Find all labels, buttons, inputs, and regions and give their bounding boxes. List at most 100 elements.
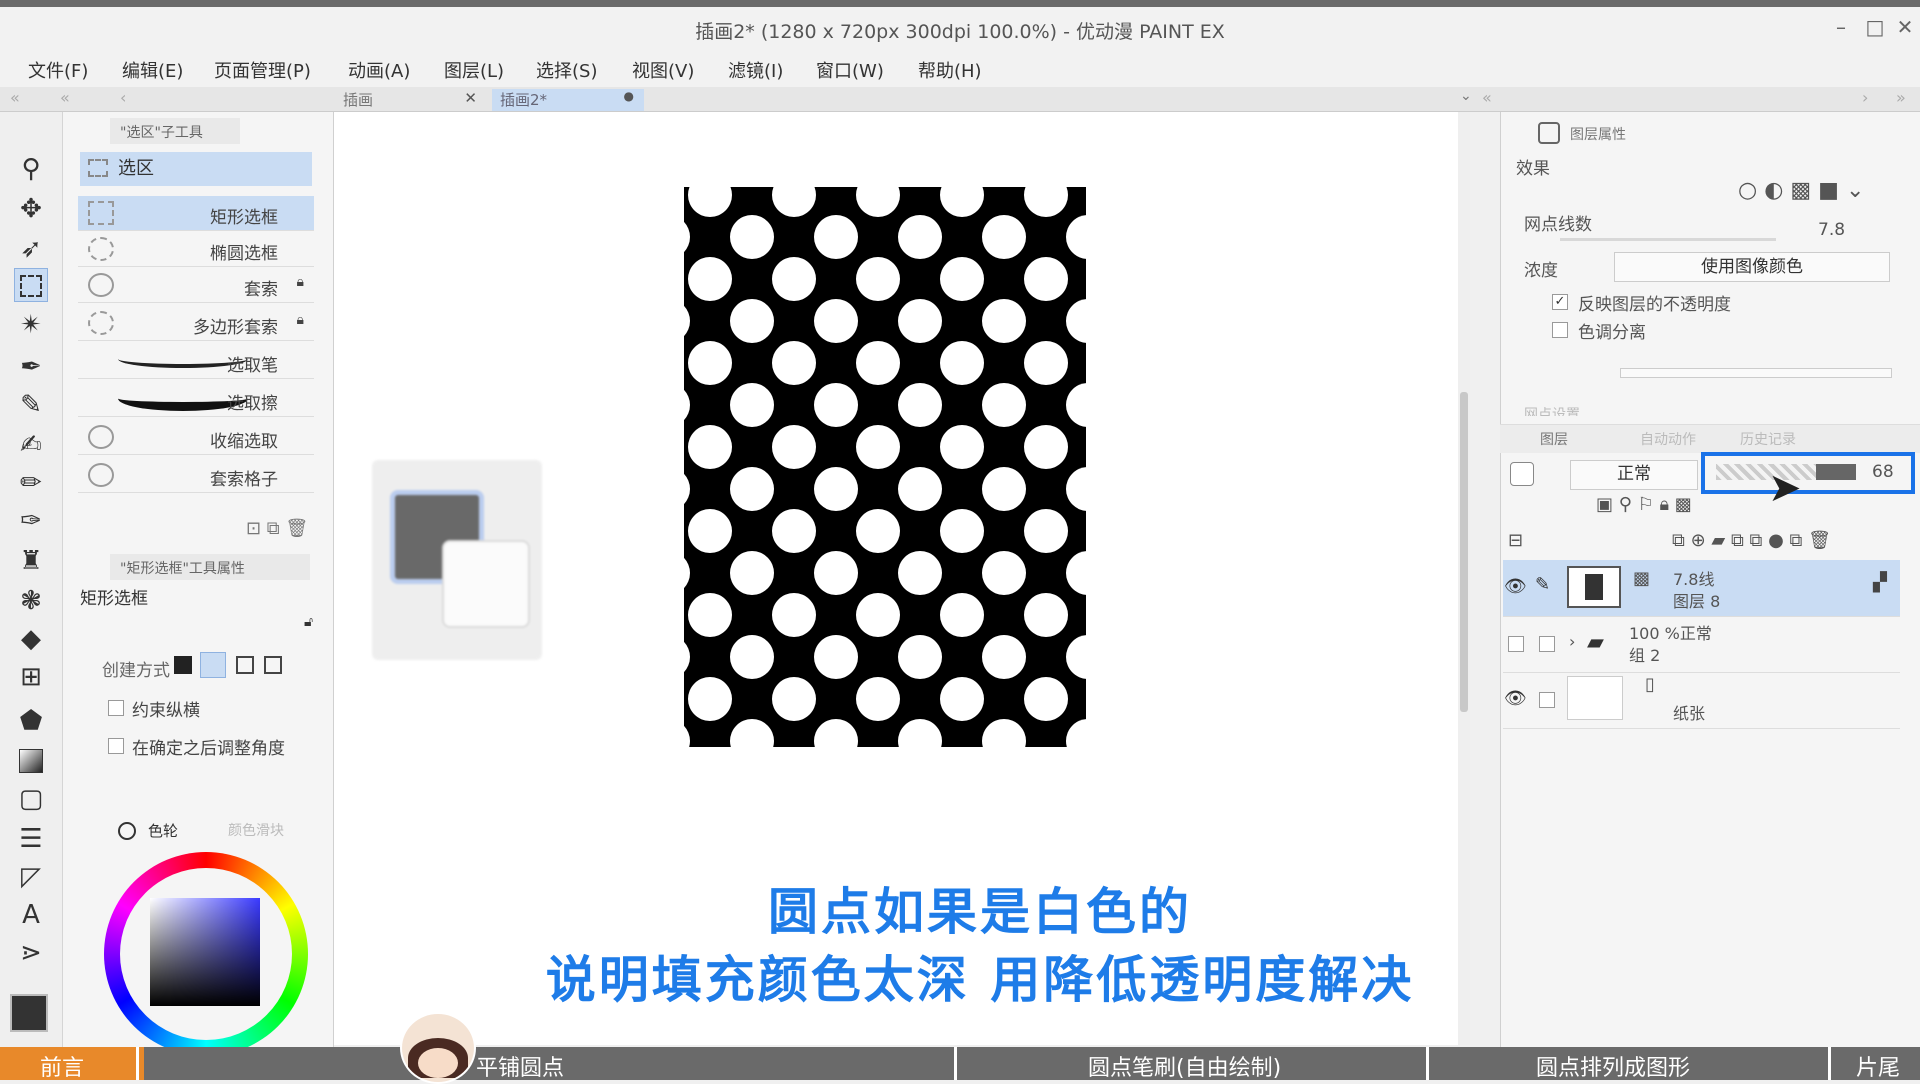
eraser-icon[interactable]: ◆ [14,622,48,656]
subtool-rect-marquee[interactable]: 矩形选框 [78,196,314,231]
layer-row-group[interactable]: › ▰ 100 %正常 组 2 [1503,616,1900,673]
constrain-checkbox[interactable] [108,700,124,716]
menu-file[interactable]: 文件(F) [28,57,88,83]
tab-illustration[interactable]: 插画 ✕ [335,89,485,111]
scrollbar-thumb[interactable] [1460,392,1468,712]
tool-property-header[interactable]: "矩形选框"工具属性 [110,554,310,580]
edit-checkbox[interactable] [1539,636,1555,652]
fill-bucket-icon[interactable]: ♜ [14,544,48,578]
subtool-group-selection[interactable]: 选区 [80,152,312,186]
intersect-selection-mode-icon[interactable] [264,656,282,674]
pencil-icon[interactable]: ✎ [14,388,48,422]
reflect-opacity-checkbox[interactable]: ✓ [1552,294,1568,310]
tab-history[interactable]: 历史记录 [1740,429,1796,449]
collapse-right-icon[interactable]: « [1482,88,1492,107]
expand-right-icon[interactable]: » [1896,88,1906,107]
subtool-lasso[interactable]: 套索 🔒︎ [78,268,314,303]
chapter-tiled-dots[interactable]: 平铺圆点 [476,1050,564,1081]
layer-property-slider[interactable] [1620,368,1892,378]
menu-animation[interactable]: 动画(A) [348,57,410,83]
halftone-artwork[interactable] [684,187,1086,747]
adjust-angle-checkbox[interactable] [108,738,124,754]
halftone-dot [730,635,774,679]
chevron-left-icon[interactable]: ‹ [120,88,126,107]
close-icon[interactable]: ✕ [464,89,477,107]
layer-row-paper[interactable]: 👁︎ ▯ 纸张 [1503,672,1900,729]
chapter-preface[interactable]: 前言 [40,1050,84,1081]
eye-icon[interactable]: 👁︎ [1504,688,1527,709]
create-new-mode-icon[interactable] [174,656,192,674]
chapter-dot-brush[interactable]: 圆点笔刷(自由绘制) [1088,1050,1281,1081]
unsaved-dot-icon[interactable]: ● [624,89,634,103]
collapse-left-icon[interactable]: « [10,88,20,107]
rectangle-icon[interactable]: ▢ [14,782,48,816]
subtool-lasso-grid[interactable]: 套索格子 [78,458,314,493]
edit-icon[interactable]: ✎ [1535,574,1550,595]
menu-window[interactable]: 窗口(W) [816,57,884,83]
object-select-icon[interactable]: ➶ [14,232,48,266]
posterize-checkbox[interactable] [1552,322,1568,338]
color-slider-tab[interactable]: 颜色滑块 [228,820,284,840]
density-select[interactable]: 使用图像颜色 [1614,252,1890,282]
lock-icon[interactable]: 🔓︎ [304,614,313,630]
gradient-icon[interactable] [14,744,48,778]
magic-wand-icon[interactable]: ✴ [14,308,48,342]
subtract-selection-mode-icon[interactable] [236,656,254,674]
layer-color-select[interactable] [1510,462,1534,486]
eye-icon[interactable]: 👁︎ [1504,576,1527,597]
visibility-checkbox[interactable] [1508,636,1524,652]
chevron-right-icon[interactable]: › [1569,632,1575,651]
fill-icon[interactable]: ⬟ [14,704,48,738]
tab-auto-action[interactable]: 自动动作 [1640,429,1696,449]
menu-layer[interactable]: 图层(L) [444,57,504,83]
menu-edit[interactable]: 编辑(E) [122,57,183,83]
screen-lines-slider[interactable] [1560,238,1776,241]
subtool-panel-header[interactable]: "选区"子工具 [110,118,240,144]
menu-filter[interactable]: 滤镜(I) [728,57,783,83]
color-wheel-tab[interactable]: 色轮 [148,820,178,841]
screen-lines-value[interactable]: 7.8 [1818,220,1845,240]
subtool-selection-pen[interactable]: 选取笔 [78,344,314,379]
add-selection-mode-icon[interactable] [200,652,226,678]
marquee-icon[interactable] [14,268,48,302]
chapter-ending[interactable]: 片尾 [1856,1050,1900,1081]
tab-illustration-2[interactable]: 插画2* ● [492,89,644,111]
pen-icon[interactable]: ✒ [14,350,48,384]
layer-toolbar-icons[interactable]: ▣ ⚲ ⚐ 🔒︎ ▩ [1596,494,1692,515]
subtool-footer-icons[interactable]: ⊡ ⧉ 🗑︎ [246,518,308,539]
subtool-selection-eraser[interactable]: 选取擦 [78,382,314,417]
double-chevron-left-icon[interactable]: « [60,88,70,107]
subtool-label: 选取擦 [227,394,278,414]
menu-select[interactable]: 选择(S) [536,57,597,83]
layer-action-icons[interactable]: ⧉ ⊕ ▰ ⧉ ⧉ ● ⧉ 🗑︎ [1672,530,1831,551]
tab-layer[interactable]: 图层 [1540,429,1568,449]
subtool-shrink-select[interactable]: 收缩选取 [78,420,314,455]
tab-dropdown-icon[interactable]: ⌄ [1460,88,1472,104]
layer-list-view-icon[interactable]: ⊟ [1508,530,1523,551]
close-button[interactable]: ✕ [1892,15,1918,41]
grid-icon[interactable]: ⊞ [14,660,48,694]
menu-page[interactable]: 页面管理(P) [214,57,311,83]
airbrush-icon[interactable]: ✏ [14,466,48,500]
brush-icon[interactable]: ✍ [14,428,48,462]
subtool-ellipse-marquee[interactable]: 椭圆选框 [78,232,314,267]
frame-icon[interactable]: ☰ [14,822,48,856]
move-icon[interactable]: ✥ [14,192,48,226]
menu-view[interactable]: 视图(V) [632,57,694,83]
minimize-button[interactable]: – [1828,15,1854,41]
layer-property-header[interactable]: 图层属性 [1570,124,1626,144]
subtool-polygon-lasso[interactable]: 多边形套索 🔒︎ [78,306,314,341]
blend-mode-select[interactable]: 正常 [1570,460,1698,490]
layer-row-screen[interactable]: 👁︎ ✎ ▩ 7.8线 图层 8 ▞ [1503,560,1900,617]
blend-icon[interactable]: ❃ [14,584,48,618]
zoom-icon[interactable]: ⚲ [14,152,48,186]
effect-buttons[interactable]: ○ ◐ ▩ ■ ⌄ [1738,178,1864,203]
edit-checkbox[interactable] [1539,692,1555,708]
color-wheel-tab-icon[interactable] [118,822,136,840]
maximize-button[interactable]: □ [1862,15,1888,41]
chevron-right-icon[interactable]: › [1862,88,1868,107]
chapter-dot-shapes[interactable]: 圆点排列成图形 [1536,1050,1690,1081]
menu-help[interactable]: 帮助(H) [918,57,982,83]
screentone-setting-icon[interactable]: ▞ [1873,572,1887,593]
decoration-icon[interactable]: ✑ [14,504,48,538]
